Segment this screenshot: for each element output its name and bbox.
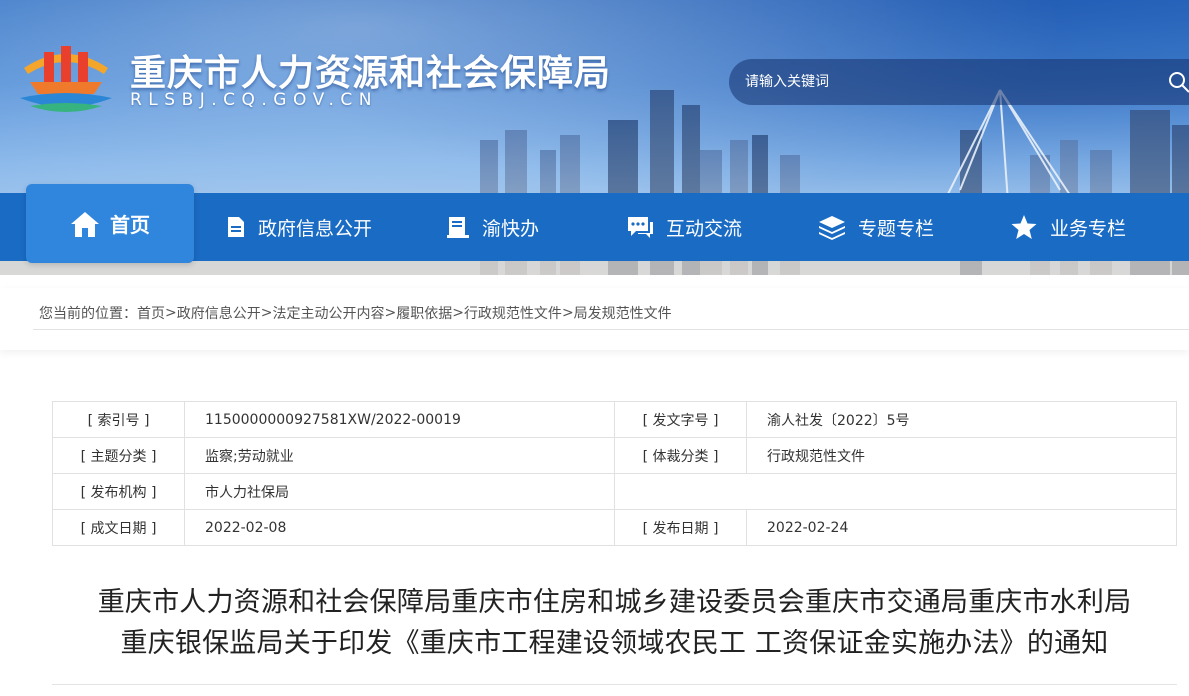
nav-item-gov-info[interactable]: 政府信息公开 bbox=[226, 193, 372, 261]
nav-item-yukuaiban[interactable]: 渝快办 bbox=[446, 193, 539, 261]
breadcrumb-divider bbox=[33, 329, 1189, 330]
meta-value-issuer: 市人力社保局 bbox=[184, 473, 615, 510]
breadcrumb-separator: > bbox=[561, 305, 574, 321]
nav-item-label: 政府信息公开 bbox=[258, 217, 373, 240]
table-row: [ 成文日期 ] 2022-02-08 [ 发布日期 ] 2022-02-24 bbox=[52, 509, 1177, 546]
star-icon bbox=[1011, 215, 1037, 239]
meta-key-publish: [ 发布日期 ] bbox=[614, 509, 747, 546]
nav-item-label: 渝快办 bbox=[482, 217, 540, 240]
nav-item-business[interactable]: 业务专栏 bbox=[1010, 193, 1126, 261]
meta-key-doc-no: [ 发文字号 ] bbox=[614, 401, 747, 438]
nav-item-special-topics[interactable]: 专题专栏 bbox=[818, 193, 934, 261]
document-meta-table: [ 索引号 ] 11500000009275​81XW/2022-00019 [… bbox=[52, 401, 1177, 546]
meta-key-index: [ 索引号 ] bbox=[52, 401, 185, 438]
nav-item-label: 业务专栏 bbox=[1050, 217, 1127, 240]
meta-key-topic: [ 主题分类 ] bbox=[52, 437, 185, 474]
breadcrumb-separator: > bbox=[260, 305, 273, 321]
breadcrumb-prefix: 您当前的位置： bbox=[39, 306, 137, 322]
search-input[interactable] bbox=[745, 74, 1155, 90]
breadcrumb-item[interactable]: 履职依据 bbox=[396, 303, 452, 323]
table-row: [ 主题分类 ] 监察;劳动就业 [ 体裁分类 ] 行政规范性文件 bbox=[52, 437, 1177, 474]
nav-item-label: 专题专栏 bbox=[858, 217, 935, 240]
meta-value-doc-no: 渝人社发〔2022〕5号 bbox=[746, 401, 1177, 438]
chat-icon bbox=[628, 217, 653, 238]
chongqing-hrss-logo bbox=[20, 46, 112, 112]
search-icon[interactable] bbox=[1167, 70, 1189, 94]
meta-value-topic: 监察;劳动就业 bbox=[184, 437, 615, 474]
breadcrumb-separator: > bbox=[384, 305, 397, 321]
nav-item-home[interactable]: 首页 bbox=[26, 184, 194, 263]
nav-item-label: 互动交流 bbox=[666, 217, 743, 240]
breadcrumb-item[interactable]: 首页 bbox=[137, 303, 165, 323]
ledger-icon bbox=[447, 217, 469, 238]
breadcrumb-item[interactable]: 局发规范性文件 bbox=[574, 303, 672, 323]
search-bar bbox=[729, 59, 1189, 105]
meta-value-index: 11500000009275​81XW/2022-00019 bbox=[184, 401, 615, 438]
document-title-line: 重庆市人力资源和社会保障局重庆市住房和城乡建设委员会重庆市交通局重庆市水利局 bbox=[97, 587, 1132, 618]
meta-value-genre: 行政规范性文件 bbox=[746, 437, 1177, 474]
site-title: 重庆市人力资源和社会保障局 bbox=[130, 53, 612, 94]
table-row: [ 发布机构 ] 市人力社保局 bbox=[52, 473, 1177, 510]
breadcrumb-item[interactable]: 行政规范性文件 bbox=[464, 303, 562, 323]
meta-value-date: 2022-02-08 bbox=[184, 509, 615, 546]
nav-item-label: 首页 bbox=[110, 213, 150, 237]
meta-value-publish: 2022-02-24 bbox=[746, 509, 1177, 546]
meta-empty-cell bbox=[614, 473, 1177, 510]
breadcrumb-separator: > bbox=[452, 305, 464, 321]
title-divider bbox=[52, 684, 1177, 685]
breadcrumb: 您当前的位置： 首页 > 政府信息公开 > 法定主动公开内容 > 履职依据 > … bbox=[39, 303, 672, 323]
meta-key-genre: [ 体裁分类 ] bbox=[614, 437, 747, 474]
document-title: 重庆市人力资源和社会保障局重庆市住房和城乡建设委员会重庆市交通局重庆市水利局 重… bbox=[0, 582, 1189, 664]
home-icon bbox=[71, 211, 99, 237]
document-icon bbox=[228, 217, 244, 237]
nav-item-interaction[interactable]: 互动交流 bbox=[626, 193, 742, 261]
breadcrumb-item[interactable]: 法定主动公开内容 bbox=[272, 303, 384, 323]
breadcrumb-item[interactable]: 政府信息公开 bbox=[177, 303, 261, 323]
meta-key-issuer: [ 发布机构 ] bbox=[52, 473, 185, 510]
site-domain: RLSBJ.CQ.GOV.CN bbox=[130, 90, 378, 110]
table-row: [ 索引号 ] 11500000009275​81XW/2022-00019 [… bbox=[52, 401, 1177, 438]
layers-icon bbox=[819, 216, 845, 240]
breadcrumb-separator: > bbox=[165, 305, 177, 321]
document-title-line: 重庆银保监局关于印发《重庆市工程建设领域农民工 工资保证金实施办法》的通知 bbox=[120, 628, 1109, 659]
meta-key-date: [ 成文日期 ] bbox=[52, 509, 185, 546]
